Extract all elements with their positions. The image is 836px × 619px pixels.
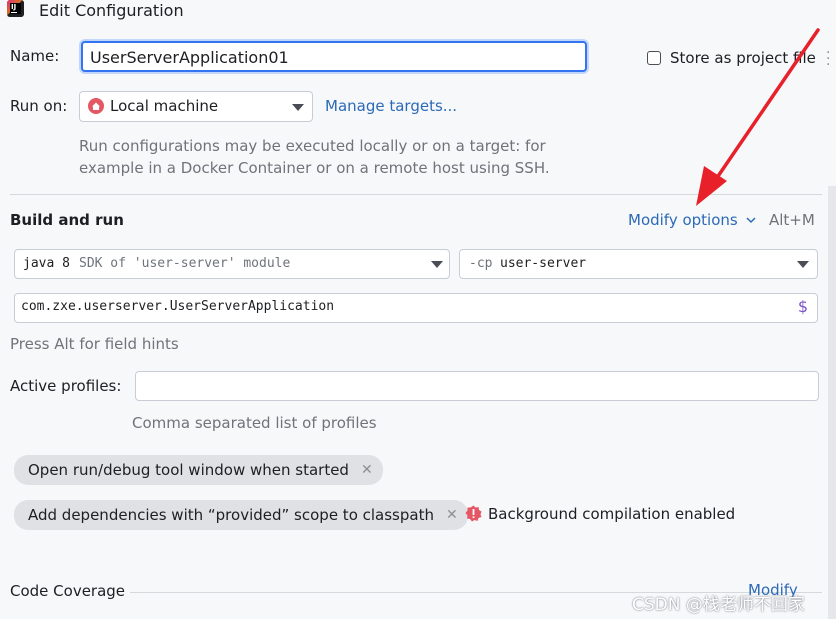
close-icon[interactable]: ✕ bbox=[446, 507, 458, 523]
main-class-value: com.zxe.userserver.UserServerApplication bbox=[21, 299, 335, 314]
modify-options-shortcut: Alt+M bbox=[769, 211, 815, 229]
active-profiles-field[interactable] bbox=[135, 371, 819, 401]
jre-select[interactable]: java 8 SDK of 'user-server' module bbox=[14, 249, 450, 279]
active-profiles-label: Active profiles: bbox=[10, 377, 122, 395]
chip-open-run-debug-window: Open run/debug tool window when started … bbox=[14, 455, 383, 485]
background-compilation-warning: Background compilation enabled bbox=[488, 505, 736, 523]
run-on-selected: Local machine bbox=[110, 97, 219, 115]
build-and-run-heading: Build and run bbox=[10, 211, 124, 229]
run-on-label: Run on: bbox=[10, 97, 68, 115]
chevron-down-icon bbox=[292, 104, 304, 111]
vertical-scrollbar[interactable] bbox=[828, 186, 836, 619]
chevron-down-icon bbox=[746, 217, 756, 224]
jre-sdk-description: SDK of 'user-server' module bbox=[79, 256, 291, 271]
code-coverage-heading: Code Coverage bbox=[10, 582, 126, 600]
watermark-text: CSDN @栈老师不回家 bbox=[632, 595, 805, 615]
chevron-down-icon bbox=[797, 261, 809, 268]
chip-add-provided-dependencies: Add dependencies with “provided” scope t… bbox=[14, 500, 468, 530]
section-divider bbox=[10, 194, 822, 195]
name-field[interactable]: UserServerApplication01 bbox=[81, 41, 587, 72]
dialog-title: Edit Configuration bbox=[39, 1, 184, 20]
field-hints-text: Press Alt for field hints bbox=[10, 335, 179, 353]
home-icon bbox=[88, 98, 104, 114]
chip-label: Open run/debug tool window when started bbox=[28, 461, 349, 479]
jre-version: java 8 bbox=[23, 256, 70, 271]
main-class-field[interactable]: com.zxe.userserver.UserServerApplication… bbox=[14, 293, 818, 323]
warning-badge-icon bbox=[465, 505, 482, 522]
name-label: Name: bbox=[10, 47, 60, 65]
browse-class-icon[interactable]: $ bbox=[798, 297, 808, 316]
store-as-project-file-label: Store as project file bbox=[670, 49, 816, 67]
classpath-prefix: -cp bbox=[469, 256, 493, 271]
modify-options-link[interactable]: Modify options bbox=[628, 211, 738, 229]
close-icon[interactable]: ✕ bbox=[361, 462, 373, 478]
chip-label: Add dependencies with “provided” scope t… bbox=[28, 506, 434, 524]
intellij-app-icon: IJ bbox=[7, 0, 24, 17]
classpath-module: user-server bbox=[500, 256, 587, 271]
classpath-module-select[interactable]: -cp user-server bbox=[459, 249, 818, 279]
name-value: UserServerApplication01 bbox=[90, 48, 289, 67]
active-profiles-hint: Comma separated list of profiles bbox=[132, 414, 377, 432]
chevron-down-icon bbox=[431, 261, 443, 268]
run-on-select[interactable]: Local machine bbox=[79, 91, 313, 122]
run-on-description-line1: Run configurations may be executed local… bbox=[79, 137, 546, 155]
store-as-project-file-checkbox[interactable] bbox=[647, 51, 661, 65]
manage-targets-link[interactable]: Manage targets... bbox=[325, 97, 457, 115]
run-on-description-line2: example in a Docker Container or on a re… bbox=[79, 159, 550, 177]
more-vertical-icon[interactable]: · · · bbox=[826, 46, 830, 72]
